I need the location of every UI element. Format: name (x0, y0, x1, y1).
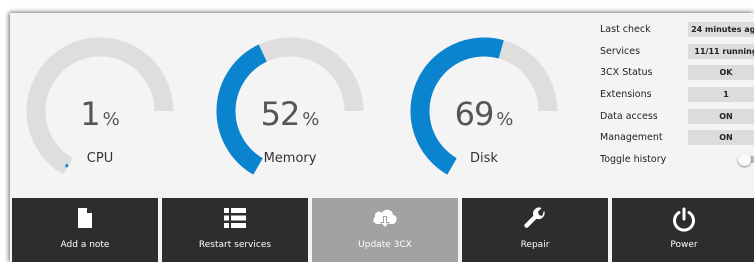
3cx-status-value: OK (688, 65, 754, 81)
memory-gauge: 52% Memory (208, 31, 372, 181)
add-note-label: Add a note (60, 240, 110, 250)
memory-number: 52 (260, 95, 301, 133)
action-bar: Add a note Restart services Update 3CX R… (10, 198, 754, 262)
power-label: Power (670, 240, 698, 250)
memory-value: 52% (208, 95, 372, 133)
memory-label: Memory (263, 151, 317, 166)
dashboard-panel: 1% CPU 52% Memory 69% Disk Last check 24… (10, 13, 754, 262)
data-access-value: ON (688, 108, 754, 124)
update-3cx-label: Update 3CX (358, 240, 412, 250)
status-row-extensions: Extensions 1 (600, 86, 754, 108)
status-table: Last check 24 minutes ago Services 11/11… (600, 21, 754, 173)
services-value: 11/11 running (688, 43, 754, 59)
toggle-history-label: Toggle history (600, 154, 667, 166)
repair-button[interactable]: Repair (462, 198, 608, 262)
power-icon (612, 207, 754, 233)
management-value: ON (688, 130, 754, 146)
list-icon (162, 207, 308, 233)
repair-label: Repair (520, 240, 550, 250)
wrench-icon (462, 207, 608, 233)
disk-label: Disk (470, 151, 498, 166)
disk-unit: % (496, 109, 514, 130)
status-row-3cx: 3CX Status OK (600, 64, 754, 86)
cpu-value: 1% (18, 95, 182, 133)
status-row-last-check: Last check 24 minutes ago (600, 21, 754, 43)
disk-value: 69% (402, 95, 566, 133)
last-check-value: 24 minutes ago (688, 22, 754, 37)
extensions-value: 1 (688, 87, 754, 103)
extensions-label: Extensions (600, 89, 652, 101)
cpu-gauge: 1% CPU (18, 31, 182, 181)
cpu-label: CPU (86, 151, 114, 166)
memory-unit: % (302, 109, 320, 130)
add-note-button[interactable]: Add a note (12, 198, 158, 262)
restart-services-label: Restart services (198, 240, 272, 250)
cpu-number: 1 (80, 95, 100, 133)
data-access-label: Data access (600, 110, 658, 122)
toggle-knob (738, 153, 751, 167)
toggle-history-switch[interactable] (738, 153, 754, 167)
3cx-status-label: 3CX Status (600, 67, 653, 79)
management-label: Management (600, 132, 663, 144)
status-row-data-access: Data access ON (600, 108, 754, 130)
last-check-label: Last check (600, 24, 651, 35)
status-row-toggle-history: Toggle history (600, 151, 754, 173)
cpu-unit: % (102, 109, 120, 130)
status-row-management: Management ON (600, 129, 754, 151)
status-row-services: Services 11/11 running (600, 43, 754, 65)
disk-number: 69 (454, 95, 495, 133)
restart-services-button[interactable]: Restart services (162, 198, 308, 262)
cloud-download-icon (312, 207, 458, 233)
update-3cx-button[interactable]: Update 3CX (312, 198, 458, 262)
services-label: Services (600, 45, 641, 57)
power-button[interactable]: Power (612, 198, 754, 262)
file-icon (12, 207, 158, 233)
disk-gauge: 69% Disk (402, 31, 566, 181)
